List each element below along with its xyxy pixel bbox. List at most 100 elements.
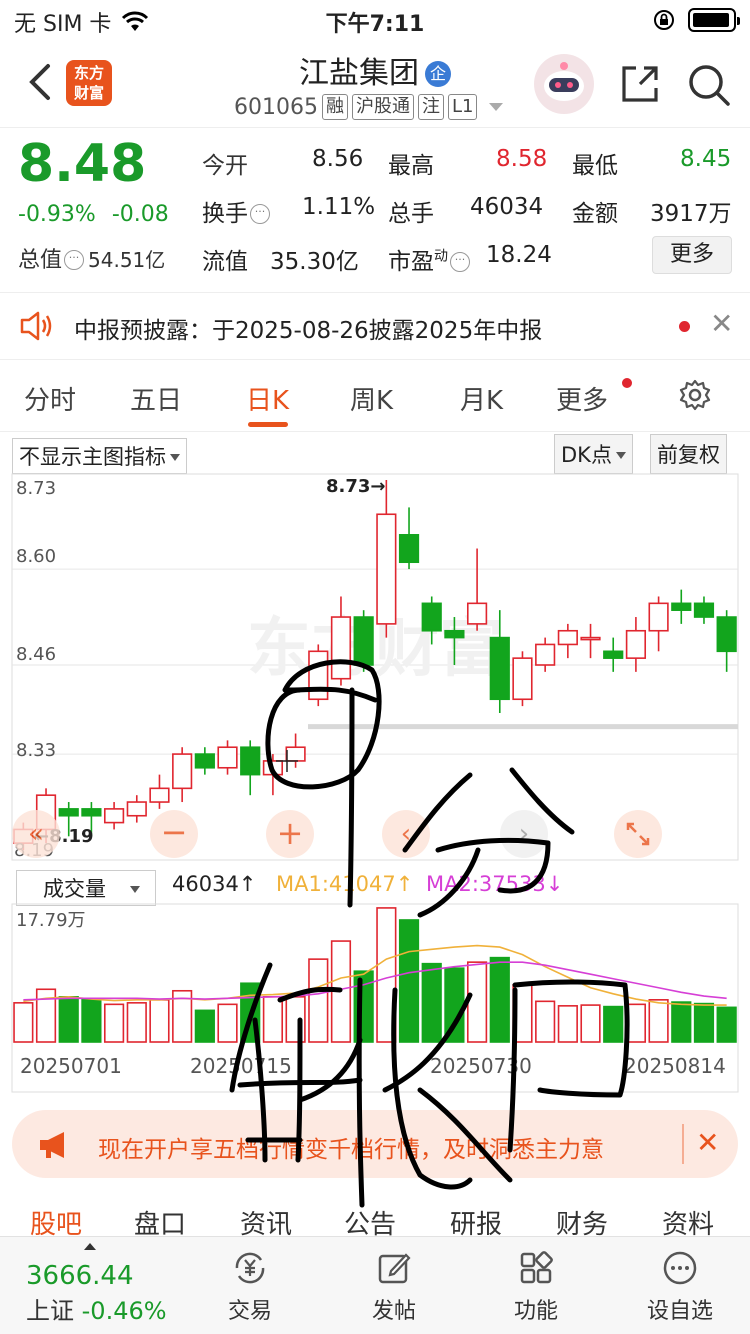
tab-weekly-k[interactable]: 周K (350, 380, 393, 417)
volume-bar (58, 996, 79, 1043)
status-bar: 无 SIM 卡 下午7:11 (0, 0, 750, 40)
settings-gear-icon[interactable] (678, 378, 712, 412)
bottom-toolbar: 3666.44 上证 -0.46% 交易 发帖 功能 设自选 (0, 1236, 750, 1334)
chart-tabs: 分时 五日 日K 周K 月K 更多 (0, 362, 750, 432)
tab-more[interactable]: 更多 (556, 380, 608, 417)
price-change: -0.93% -0.08 (18, 202, 169, 227)
open-label: 今开 (202, 153, 248, 179)
account-open-ad[interactable]: 现在开户享五档行情变千档行情，及时洞悉主力意 ✕ (12, 1110, 738, 1178)
total-value-amount: 54.51亿 (88, 248, 166, 272)
index-ticker[interactable]: 3666.44 上证 -0.46% (26, 1261, 167, 1326)
search-icon[interactable] (686, 62, 732, 108)
turnover-info-icon[interactable]: ··· (250, 204, 270, 224)
candle (330, 596, 352, 686)
candle (126, 795, 147, 823)
zoom-out-button[interactable]: − (150, 810, 198, 858)
ad-close-icon[interactable]: ✕ (696, 1126, 719, 1159)
volume-bar (126, 1002, 147, 1043)
volume-bar (81, 999, 102, 1043)
candle (648, 596, 669, 652)
ad-text: 现在开户享五档行情变千档行情，及时洞悉主力意 (98, 1137, 604, 1163)
change-amount: -0.08 (111, 202, 169, 227)
float-value: 35.30亿 (270, 249, 359, 275)
tag-connect: 沪股通 (351, 94, 414, 120)
tab-five-day[interactable]: 五日 (130, 380, 182, 417)
scroll-left-button[interactable]: ‹ (382, 810, 430, 858)
stock-header: 东方 财富 江盐集团企 601065 融 沪股通 注 L1 (0, 40, 750, 128)
tag-margin: 融 (321, 94, 348, 120)
candlestick-chart[interactable]: 东方财富 (0, 470, 750, 866)
megaphone-icon (40, 1132, 64, 1158)
total-value: 总值 ··· 54.51亿 (18, 242, 165, 274)
volume-bar (466, 961, 488, 1043)
content-tabs: 股吧 盘口 资讯 公告 研报 财务 资料 (0, 1196, 750, 1240)
volume-bar (376, 907, 397, 1043)
more-info-icon[interactable]: ··· (64, 250, 85, 270)
volume-bar (625, 1003, 647, 1043)
candle (217, 740, 238, 775)
expand-icon (626, 822, 650, 846)
candle (625, 617, 647, 672)
volume-bar (103, 1003, 125, 1043)
stock-subline[interactable]: 601065 融 沪股通 注 L1 (234, 94, 504, 120)
current-price: 8.48 (18, 134, 147, 194)
date-label: 20250701 (20, 1054, 122, 1078)
robot-assistant-avatar[interactable] (534, 54, 594, 114)
candle (671, 589, 692, 624)
trade-button[interactable]: 交易 (210, 1249, 290, 1325)
open-value: 8.56 (312, 146, 364, 172)
fullscreen-button[interactable] (614, 810, 662, 858)
change-percent: -0.93% (18, 202, 96, 227)
adjust-button[interactable]: 前复权 (650, 434, 727, 474)
y-axis-label: 8.73 (16, 478, 57, 499)
volume-bar (716, 1006, 737, 1043)
more-dots-icon (663, 1251, 697, 1285)
turnover-value: 1.11% (302, 194, 376, 220)
date-label: 20250814 (624, 1054, 726, 1078)
volume-value: 46034 (470, 194, 544, 220)
volume-bar (671, 1001, 692, 1043)
scroll-left-fast-button[interactable]: « (12, 810, 60, 858)
dk-point-button[interactable]: DK点 (554, 434, 633, 474)
index-change: -0.46% (81, 1297, 167, 1325)
low-value: 8.45 (680, 146, 732, 172)
ad-divider (682, 1124, 684, 1164)
ma1-line (23, 944, 727, 1006)
scroll-right-button[interactable]: › (500, 810, 548, 858)
amount-label: 金额 (572, 201, 618, 227)
tab-daily-k[interactable]: 日K (246, 380, 289, 417)
volume-bar (421, 962, 442, 1043)
volume-bar (240, 982, 261, 1043)
watermark-logo: 东方财富 (247, 612, 503, 686)
candle (603, 637, 624, 672)
main-indicator-select[interactable]: 不显示主图指标 (12, 438, 187, 474)
index-name: 上证 (26, 1297, 74, 1325)
zoom-in-button[interactable]: + (266, 810, 314, 858)
notice-banner[interactable]: 中报预披露：于2025-08-26披露2025年中报 ✕ (0, 292, 750, 360)
candle (103, 802, 125, 830)
volume-bar (535, 1000, 556, 1043)
add-watchlist-button[interactable]: 设自选 (640, 1249, 720, 1325)
tab-monthly-k[interactable]: 月K (460, 380, 503, 417)
index-value: 3666.44 (26, 1261, 134, 1291)
tag-level: L1 (447, 94, 478, 120)
volume-bar (13, 1002, 34, 1043)
share-icon[interactable] (618, 62, 662, 106)
functions-button[interactable]: 功能 (496, 1249, 576, 1325)
candle (398, 507, 420, 570)
candle (240, 740, 261, 796)
close-icon[interactable]: ✕ (710, 307, 733, 340)
pe-info-icon[interactable]: ··· (450, 252, 470, 272)
ma1-readout: MA1:41047↑ (276, 872, 414, 896)
chevron-up-icon[interactable] (84, 1243, 96, 1250)
speaker-icon (20, 311, 52, 341)
yen-cycle-icon (235, 1252, 265, 1284)
tab-intraday[interactable]: 分时 (24, 380, 76, 417)
volume-bar (194, 1009, 215, 1043)
volume-bar (557, 1005, 578, 1043)
quote-panel: 8.48 -0.93% -0.08 总值 ··· 54.51亿 今开 8.56 最高… (0, 130, 750, 290)
more-quote-button[interactable]: 更多 (652, 236, 732, 274)
volume-bar (693, 1002, 715, 1043)
volume-bar (353, 970, 374, 1043)
post-button[interactable]: 发帖 (354, 1249, 434, 1325)
